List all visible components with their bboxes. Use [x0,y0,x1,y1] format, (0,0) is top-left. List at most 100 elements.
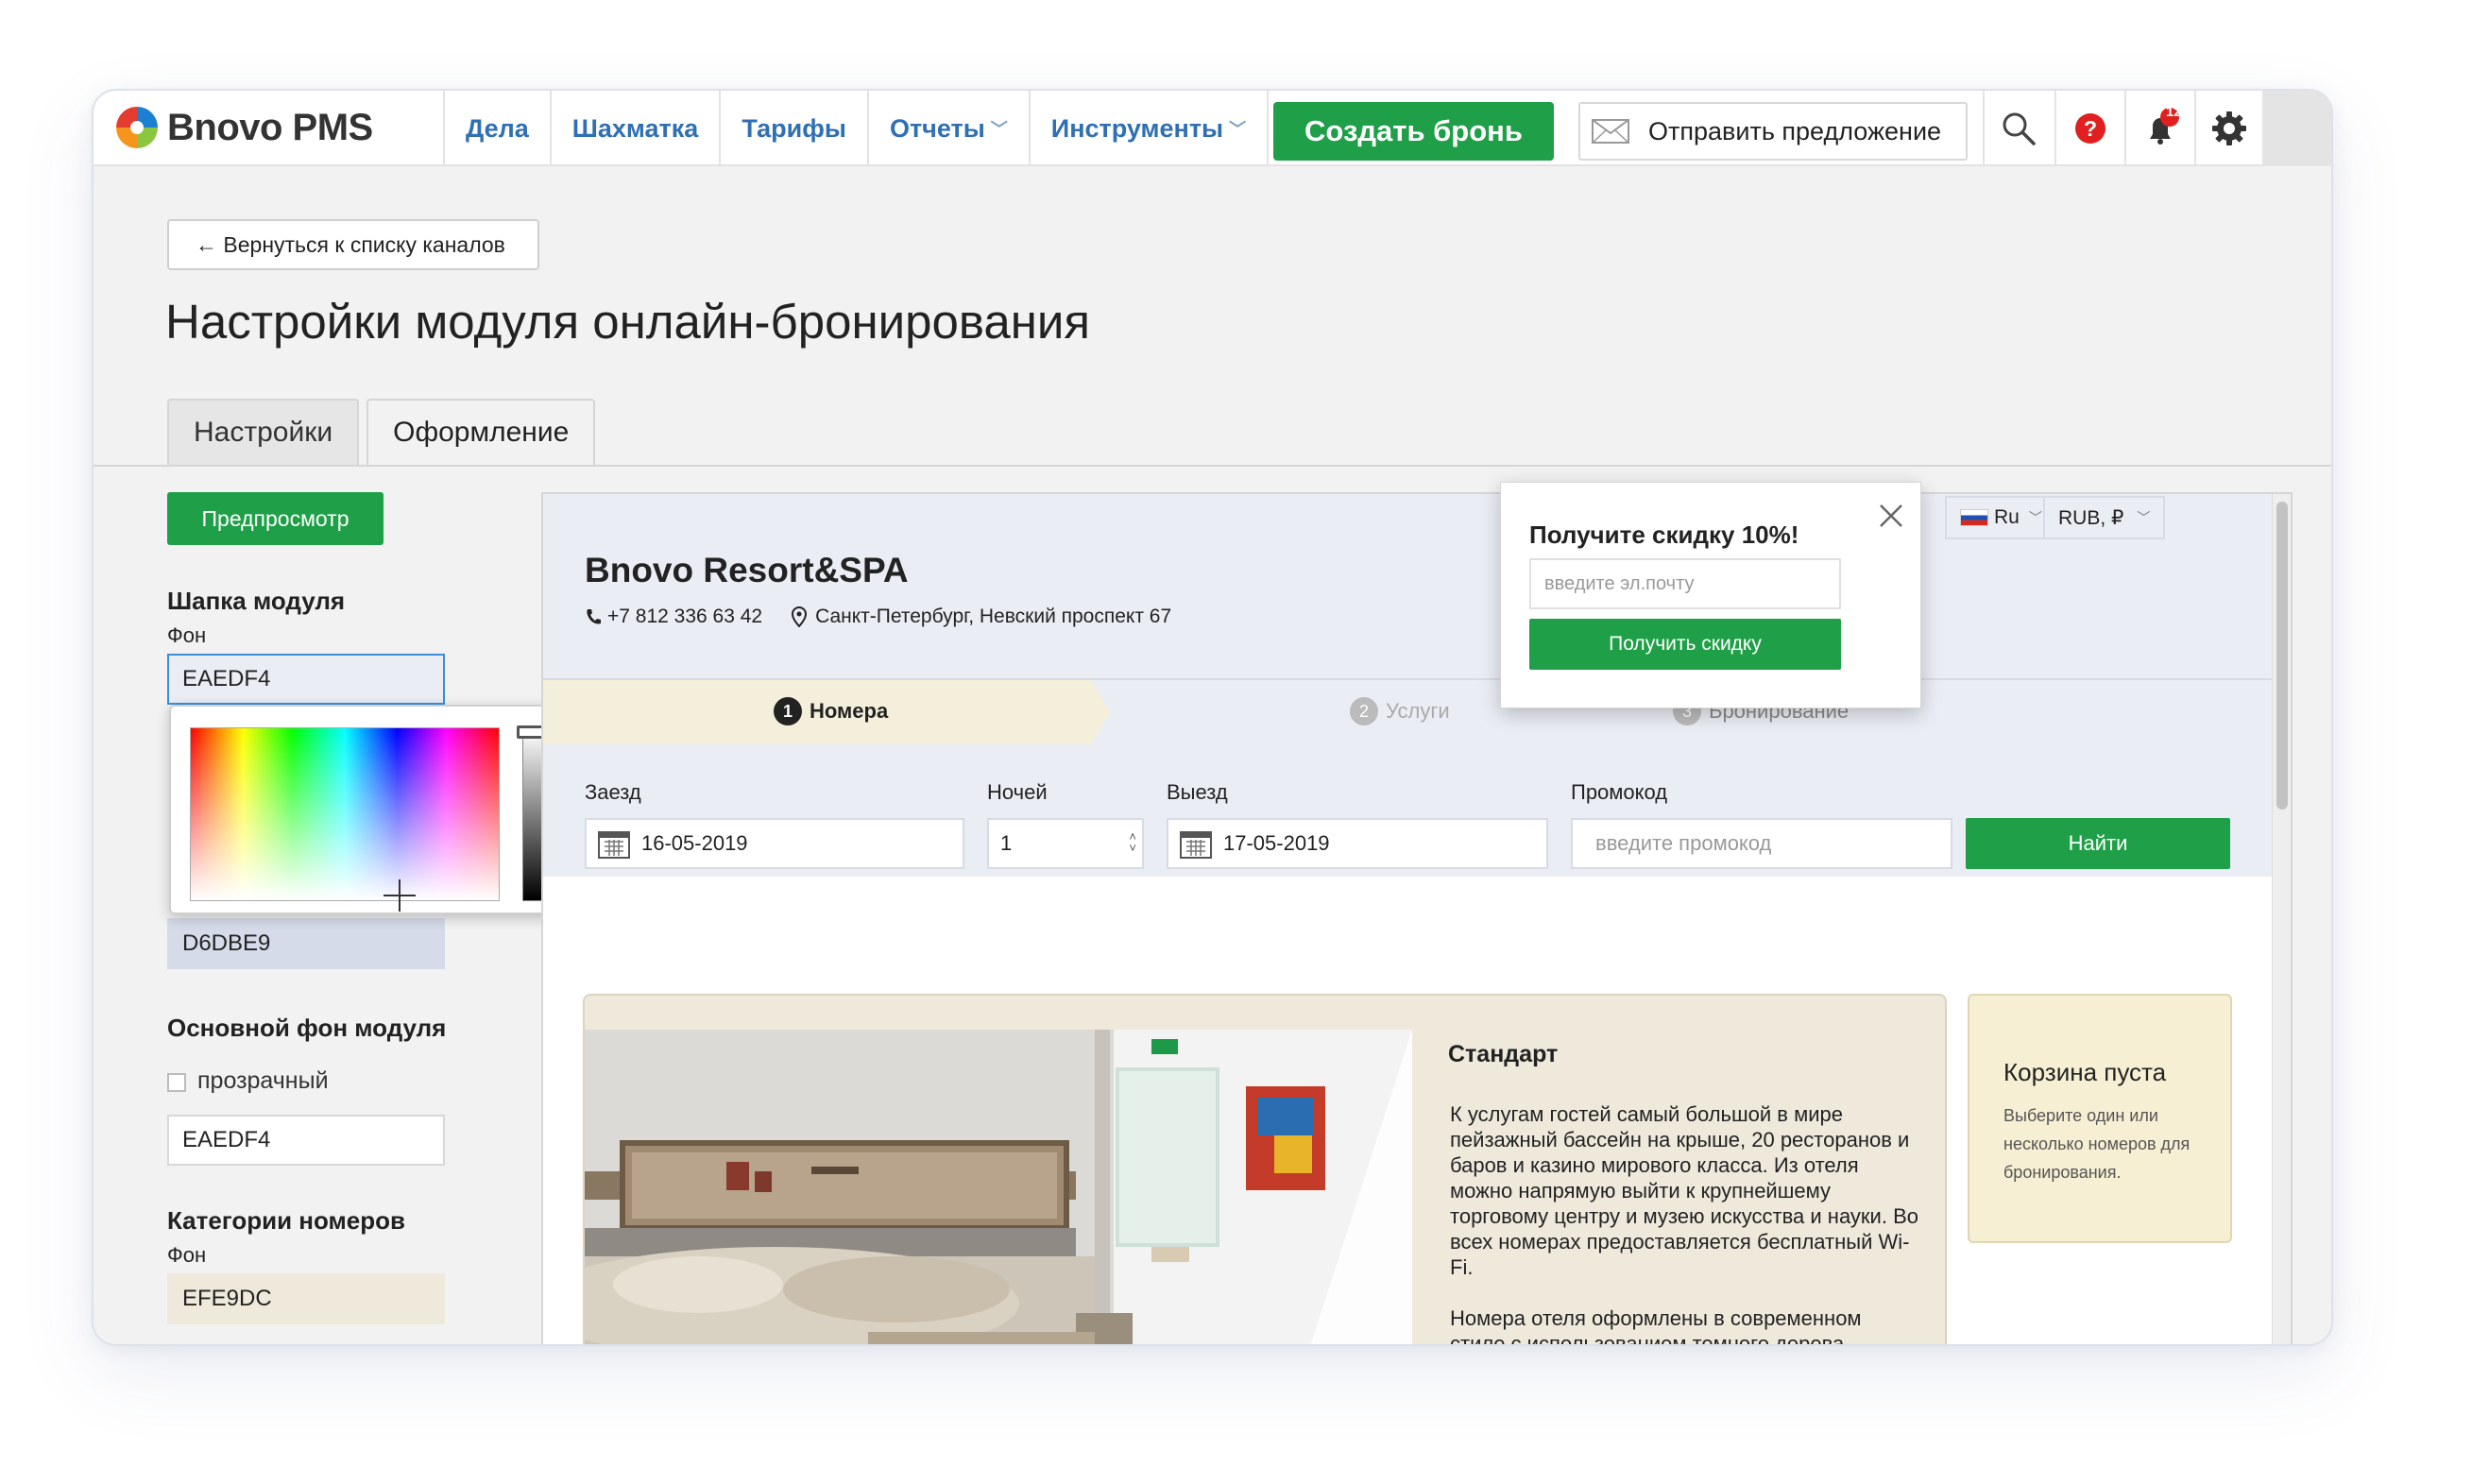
send-offer-label: Отправить предложение [1648,116,1942,145]
chevron-down-icon: ﹀ [2137,510,2151,525]
tabs-divider [94,465,2331,467]
hotel-phone: +7 812 336 63 42 [607,606,763,627]
main-bg-color-field[interactable]: EAEDF4 [167,1115,445,1166]
rooms-bg-label: Фон [167,1243,207,1267]
language-select[interactable]: Ru ﹀ [1945,496,2057,539]
transparent-checkbox[interactable] [167,1073,186,1092]
notifications-button[interactable]: 12 [2124,91,2194,166]
room-card: Стандарт К услугам гостей самый большой … [583,994,1947,1346]
room-description-p1: К услугам гостей самый большой в мире пе… [1450,1102,1918,1279]
app-window: Bnovo PMS Дела Шахматка Тарифы Отчеты ﹀ И… [92,89,2333,1346]
step-number: 1 [774,697,802,725]
nav-item-rates[interactable]: Тарифы [719,91,867,166]
tab-settings[interactable]: Настройки [167,399,360,465]
nav-item-tasks[interactable]: Дела [443,91,550,166]
find-button[interactable]: Найти [1966,818,2230,869]
nav-item-grid[interactable]: Шахматка [549,91,720,166]
search-icon [2003,112,2036,145]
checkout-date-field[interactable]: 17-05-2019 [1167,818,1548,869]
room-description-p2: Номера отеля оформлены в современном сти… [1450,1306,1862,1346]
main-nav: Дела Шахматка Тарифы Отчеты ﹀ Инструменты… [443,91,1270,166]
header-secondary-color-field[interactable]: D6DBE9 [167,918,445,969]
section-title-rooms: Категории номеров [167,1206,405,1235]
gear-icon [2212,111,2246,145]
nav-label: Шахматка [571,113,699,143]
rooms-bg-color-field[interactable]: EFE9DC [167,1273,445,1324]
language-value: Ru [1994,506,2020,528]
checkin-date-field[interactable]: 16-05-2019 [585,818,964,869]
checkin-label: Заезд [585,780,641,804]
topbar-spacer [2263,91,2331,166]
section-title-main-bg: Основной фон модуля [167,1014,447,1042]
create-booking-button[interactable]: Создать бронь [1273,102,1554,161]
close-icon[interactable] [1877,502,1905,530]
nights-label: Ночей [987,780,1048,804]
email-input[interactable]: введите эл.почту [1529,558,1841,609]
step-label: Номера [810,699,889,723]
cart-title: Корзина пуста [2003,1058,2167,1086]
help-button[interactable]: ? [2054,91,2124,166]
preview-scrollbar[interactable] [2272,494,2291,1344]
checkout-label: Выезд [1167,780,1228,804]
nav-label: Отчеты [889,113,985,143]
logo-mark-icon [116,107,158,148]
tab-design[interactable]: Оформление [367,399,596,465]
nav-label: Инструменты [1050,113,1224,143]
promo-placeholder: введите промокод [1595,831,1772,855]
scrollbar-thumb[interactable] [2276,502,2288,810]
phone-icon [587,609,601,624]
nav-label: Тарифы [742,113,846,143]
settings-button[interactable] [2194,91,2264,166]
top-navbar: Bnovo PMS Дела Шахматка Тарифы Отчеты ﹀ И… [94,91,2331,166]
hotel-address: Санкт-Петербург, Невский проспект 67 [815,606,1172,627]
nav-label: Дела [466,113,529,143]
promo-code-input[interactable]: введите промокод [1571,818,1952,869]
checkin-value: 16-05-2019 [641,831,748,855]
section-title-header: Шапка модуля [167,587,346,615]
help-icon: ? [2075,113,2105,144]
cart-text: Выберите один или несколько номеров для … [2003,1106,2191,1182]
crosshair-icon[interactable] [384,879,416,912]
chevron-down-icon: ﹀ [990,120,1008,139]
notification-count: 12 [2166,104,2182,120]
location-pin-icon [792,606,808,627]
calendar-icon [598,831,630,859]
transparent-label: прозрачный [197,1067,329,1094]
settings-tabs: Настройки Оформление [167,399,603,465]
room-title: Стандарт [1448,1041,1559,1067]
booking-steps: 1 Номера 2 Услуги 3 Бронирование [543,678,2276,744]
russia-flag-icon [1960,509,1988,526]
app-logo[interactable]: Bnovo PMS [112,103,373,152]
stepper-arrows-icon[interactable]: ˄ ˅ [1129,830,1136,854]
search-button[interactable] [1983,91,2053,166]
get-discount-button[interactable]: Получить скидку [1529,619,1841,670]
color-spectrum[interactable] [190,727,500,901]
preview-header: Bnovo Resort&SPA +7 812 336 63 42 Санкт-… [543,494,2276,678]
nights-stepper[interactable]: 1 ˄ ˅ [987,818,1144,869]
hotel-contacts: +7 812 336 63 42 Санкт-Петербург, Невски… [585,606,1171,628]
chevron-down-icon: ﹀ [2028,510,2042,525]
checkout-value: 17-05-2019 [1223,831,1330,855]
popup-title: Получите скидку 10%! [1529,520,1799,549]
search-form: Заезд 16-05-2019 Ночей 1 ˄ ˅ Выезд 17-05… [543,744,2276,877]
preview-button[interactable]: Предпросмотр [167,492,384,545]
nav-item-tools[interactable]: Инструменты ﹀ [1028,91,1270,166]
logo-text: Bnovo PMS [167,106,373,148]
back-to-channels-button[interactable]: ← Вернуться к списку каналов [167,219,539,270]
header-bg-color-field[interactable]: EAEDF4 [167,654,445,705]
color-picker-popup [169,705,571,914]
page-title: Настройки модуля онлайн-бронирования [165,295,1090,349]
currency-value: RUB, ₽ [2058,506,2124,529]
nav-item-reports[interactable]: Отчеты ﹀ [866,91,1029,166]
step-label: Услуги [1386,699,1450,723]
header-bg-label: Фон [167,623,207,647]
send-offer-button[interactable]: Отправить предложение [1578,102,1968,161]
promo-label: Промокод [1571,780,1668,804]
hotel-name: Bnovo Resort&SPA [585,551,909,589]
step-number: 2 [1350,697,1378,725]
svg-text:?: ? [2084,116,2097,141]
step-rooms[interactable]: 1 Номера [774,697,888,725]
currency-select[interactable]: RUB, ₽ ﹀ [2043,496,2166,539]
step-services[interactable]: 2 Услуги [1350,697,1450,725]
nights-value: 1 [1000,831,1013,855]
